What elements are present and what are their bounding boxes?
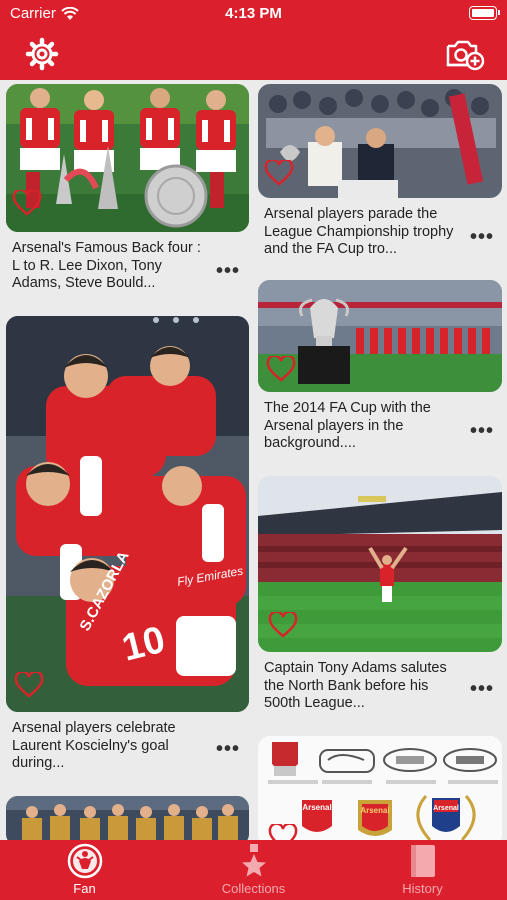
photo-card[interactable]: 10 S.CAZORLA Fly Emirates Arsenal player… (6, 316, 249, 776)
crest-label-right: Arsenal (433, 805, 459, 812)
tab-label-history: History (402, 881, 443, 896)
battery-icon (469, 6, 500, 20)
settings-button[interactable] (24, 36, 60, 72)
photo-north-bank-salute[interactable] (258, 476, 502, 652)
like-heart-icon[interactable] (12, 190, 42, 216)
more-options-button[interactable]: ••• (216, 260, 240, 283)
tab-collections[interactable]: Collections (169, 840, 338, 900)
camera-plus-icon (446, 40, 485, 71)
photo-caption: Arsenal's Famous Back four : L to R. Lee… (12, 240, 201, 291)
crest-label-middle: Arsenal (360, 806, 389, 815)
like-heart-icon[interactable] (266, 356, 296, 382)
photo-caption: Arsenal players parade the League Champi… (264, 206, 454, 257)
book-icon (410, 845, 435, 877)
photo-trophy-parade[interactable] (258, 84, 502, 198)
crest-label-left: Arsenal (302, 803, 331, 812)
like-heart-icon[interactable] (264, 160, 294, 186)
photo-crest-history[interactable]: Arsenal Arsenal Arsenal (258, 736, 502, 840)
tab-history[interactable]: History (338, 840, 507, 900)
more-options-button[interactable]: ••• (470, 226, 494, 249)
app-header: Carrier 4:13 PM (0, 0, 507, 80)
globe-person-icon (67, 843, 102, 879)
more-options-button[interactable]: ••• (216, 738, 240, 761)
like-heart-icon[interactable] (268, 824, 298, 840)
photo-caption: Arsenal players celebrate Laurent Koscie… (12, 720, 176, 771)
like-heart-icon[interactable] (268, 612, 298, 638)
tab-label-collections: Collections (221, 881, 286, 896)
photo-card[interactable]: The 2014 FA Cup with the Arsenal players… (258, 280, 502, 470)
like-heart-icon[interactable] (14, 672, 44, 698)
photo-card[interactable]: Arsenal Arsenal Arsenal (258, 736, 502, 840)
photo-card[interactable]: Arsenal's Famous Back four : L to R. Lee… (6, 84, 249, 296)
tab-label-fan: Fan (73, 881, 96, 896)
status-time: 4:13 PM (225, 5, 282, 22)
photo-card[interactable] (6, 796, 249, 840)
star-trophy-icon (241, 844, 266, 877)
photo-caption: The 2014 FA Cup with the Arsenal players… (264, 400, 431, 451)
photo-card[interactable]: Arsenal players parade the League Champi… (258, 84, 502, 274)
tab-bar: Fan Collections History (0, 840, 507, 900)
add-photo-button[interactable] (445, 36, 485, 72)
more-options-button[interactable]: ••• (470, 420, 494, 443)
photo-team-group[interactable] (6, 796, 249, 840)
photo-card[interactable]: Captain Tony Adams salutes the North Ban… (258, 476, 502, 728)
photo-fa-cup-2014[interactable] (258, 280, 502, 392)
status-bar: Carrier 4:13 PM (0, 0, 507, 28)
photo-feed[interactable]: Arsenal's Famous Back four : L to R. Lee… (0, 80, 507, 840)
tab-fan[interactable]: Fan (0, 840, 169, 900)
more-options-button[interactable]: ••• (470, 678, 494, 701)
photo-back-four[interactable] (6, 84, 249, 232)
gear-icon (25, 37, 59, 71)
photo-goal-celebration[interactable]: 10 S.CAZORLA Fly Emirates (6, 316, 249, 712)
photo-caption: Captain Tony Adams salutes the North Ban… (264, 660, 447, 711)
